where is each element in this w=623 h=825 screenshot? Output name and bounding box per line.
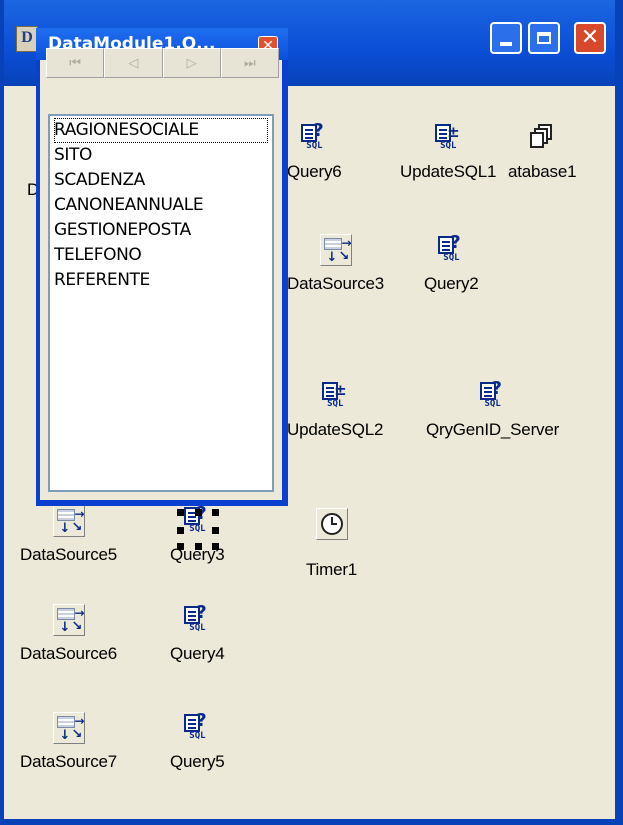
selection-handle[interactable] (212, 527, 220, 534)
component-label: DataSource3 (287, 274, 385, 293)
component-query2[interactable]: ? SQL Query2 (424, 234, 479, 294)
timer-icon (315, 508, 348, 540)
component-timer1[interactable]: Timer1 (306, 508, 357, 580)
component-label: UpdateSQL2 (287, 420, 384, 439)
nav-prior-button[interactable]: ◁ (104, 48, 163, 78)
updatesql-icon: ± SQL (319, 380, 352, 412)
component-updatesql1[interactable]: ± SQL UpdateSQL1 (400, 122, 496, 182)
selection-handle[interactable] (195, 509, 203, 516)
minimize-button[interactable] (490, 22, 522, 54)
component-query6[interactable]: ? SQL Query6 (287, 122, 342, 182)
datasource-icon: → ↓ ↘ (319, 234, 352, 266)
component-label: Query4 (170, 644, 225, 663)
nav-next-button[interactable]: ▷ (162, 48, 221, 78)
selection-handle[interactable] (212, 543, 220, 550)
datasource-icon: → ↓ ↘ (52, 604, 85, 636)
maximize-button[interactable] (528, 22, 560, 54)
query-icon: ?SQL (181, 712, 214, 744)
component-datasource6[interactable]: → ↓ ↘ DataSource6 (20, 604, 117, 664)
updatesql-icon: ± SQL (432, 122, 465, 154)
query-icon: ?SQL (476, 380, 509, 412)
query-icon: ?SQL (177, 505, 220, 550)
component-query5[interactable]: ? SQL Query5 (170, 712, 225, 772)
component-query3-selected[interactable]: ?SQL Query3 (170, 505, 225, 565)
field-list-item[interactable]: SITO (54, 143, 268, 168)
component-label: Query5 (170, 752, 225, 771)
nav-last-button[interactable]: ⏭ (220, 48, 279, 78)
component-datasource5[interactable]: → ↓ ↘ DataSource5 (20, 505, 117, 565)
window-frame-right (615, 0, 623, 825)
query-icon: ?SQL (298, 122, 331, 154)
selection-handle[interactable] (177, 543, 185, 550)
prior-record-icon: ◁ (128, 55, 139, 71)
component-label: DataSource6 (20, 644, 118, 663)
component-qrygenid-server[interactable]: ? SQL QryGenID_Server (426, 380, 559, 440)
component-label: UpdateSQL1 (400, 162, 497, 181)
database-icon (526, 122, 559, 154)
component-label: atabase1 (508, 162, 577, 181)
selection-handle[interactable] (195, 543, 203, 550)
component-datasource3[interactable]: → ↓ ↘ DataSource3 (287, 234, 384, 294)
app-icon[interactable]: D (16, 26, 38, 52)
datasource-icon: → ↓ ↘ (52, 712, 85, 744)
component-datasource7[interactable]: → ↓ ↘ DataSource7 (20, 712, 117, 772)
component-label: Query2 (424, 274, 479, 293)
field-list-item[interactable]: CANONEANNUALE (54, 193, 268, 218)
component-label: DataSource5 (20, 545, 118, 564)
field-list[interactable]: RAGIONESOCIALE SITO SCADENZA CANONEANNUA… (48, 114, 274, 492)
component-label: Timer1 (306, 560, 358, 579)
dataset-navigator: ⏮ ◁ ▷ ⏭ (46, 48, 279, 78)
component-label: QryGenID_Server (426, 420, 560, 439)
minimize-icon (500, 42, 512, 46)
close-icon: ✕ (580, 25, 600, 50)
component-updatesql2[interactable]: ± SQL UpdateSQL2 (287, 380, 383, 440)
field-list-item[interactable]: GESTIONEPOSTA (54, 218, 268, 243)
field-list-item[interactable]: RAGIONESOCIALE (54, 118, 268, 143)
field-list-item[interactable]: REFERENTE (54, 268, 268, 293)
component-label: Query6 (287, 162, 342, 181)
component-label: DataSource7 (20, 752, 118, 771)
selection-handle[interactable] (212, 509, 220, 516)
selection-handle[interactable] (177, 527, 185, 534)
field-list-item[interactable]: TELEFONO (54, 243, 268, 268)
next-record-icon: ▷ (186, 55, 197, 71)
data-module-window: D ✕ D ? SQL Query6 ± SQL UpdateSQL1 atabas… (0, 0, 623, 825)
query-icon: ?SQL (181, 604, 214, 636)
window-frame-bottom (0, 819, 623, 825)
component-database1[interactable]: atabase1 (508, 122, 577, 182)
first-record-icon: ⏮ (69, 55, 81, 71)
close-button[interactable]: ✕ (574, 22, 606, 54)
field-list-item[interactable]: SCADENZA (54, 168, 268, 193)
selection-handle[interactable] (177, 509, 185, 516)
component-query4[interactable]: ? SQL Query4 (170, 604, 225, 664)
last-record-icon: ⏭ (244, 55, 256, 71)
maximize-icon (537, 32, 551, 44)
datasource-icon: → ↓ ↘ (52, 505, 85, 537)
query-icon: ?SQL (435, 234, 468, 266)
nav-first-button[interactable]: ⏮ (46, 48, 105, 78)
